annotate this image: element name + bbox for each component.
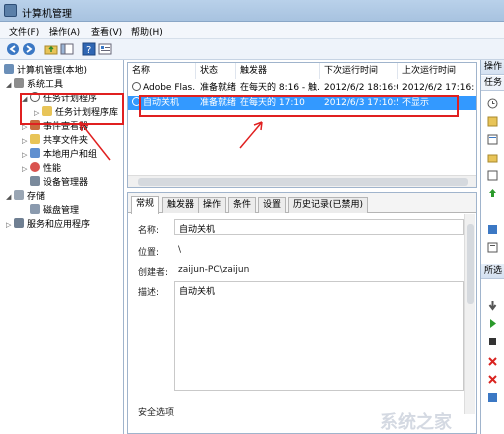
highlight-box-selected-task [139,95,459,117]
tree-item-shared-folders[interactable]: ▷ 共享文件夹 [22,134,88,147]
expand-icon[interactable]: ▷ [22,149,30,162]
location-label: 位置: [138,248,160,258]
storage-icon [14,190,24,200]
tab-triggers[interactable]: 触发器 [162,197,200,213]
task-next-run-cell: 2012/6/2 18:16:00 [324,83,398,93]
selected-item-header[interactable]: 所选 [481,264,504,279]
expand-icon[interactable]: ▷ [6,219,14,232]
column-header-trigger[interactable]: 触发器 [236,63,320,79]
users-icon [30,148,40,158]
disable-icon[interactable] [487,356,498,367]
properties-icon[interactable] [487,242,498,253]
run-arrow-icon[interactable] [487,300,498,311]
menu-help[interactable]: 帮助(H) [128,24,166,39]
author-label: 创建者: [138,268,169,278]
performance-icon [30,162,40,172]
task-status-cell: 准备就绪 [200,83,236,93]
highlight-box-task-scheduler [20,93,124,125]
device-manager-icon [30,176,40,186]
show-hide-tree-icon[interactable] [60,42,74,56]
svg-text:?: ? [86,45,91,56]
watermark-text: 系统之家 [380,412,452,433]
tree-item-device-manager[interactable]: 设备管理器 [30,176,88,189]
tree-item-local-users[interactable]: ▷ 本地用户和组 [22,148,97,161]
task-trigger-cell: 在每天的 8:16 - 触... [240,83,320,93]
delete-icon[interactable] [487,374,498,385]
import-task-icon[interactable] [487,116,498,127]
description-field[interactable]: 自动关机 [174,281,464,391]
help-icon[interactable] [487,224,498,235]
task-clock-icon [132,82,141,91]
table-row[interactable]: Adobe Flas... 准备就绪 在每天的 8:16 - 触... 2012… [128,81,476,95]
collapse-icon[interactable]: ◢ [6,191,14,204]
task-last-run-cell: 2012/6/2 17:16: [402,83,475,93]
task-name-cell: Adobe Flas... [128,81,196,95]
title-bar: 计算机管理 [0,0,504,22]
collapse-icon[interactable]: ◢ [6,79,14,92]
tools-icon [14,78,24,88]
refresh-icon[interactable] [487,188,498,199]
tab-conditions[interactable]: 条件 [228,197,257,213]
tree-item-storage[interactable]: ◢ 存储 [6,190,45,203]
column-header-last-run[interactable]: 上次运行时间 [398,63,476,79]
description-label: 描述: [138,288,160,298]
help-icon-2[interactable] [487,392,498,403]
expand-icon[interactable]: ▷ [22,135,30,148]
column-header-next-run[interactable]: 下次运行时间 [320,63,398,79]
actions-pane: 操作 任务 所选 [480,60,504,434]
window-title: 计算机管理 [22,9,72,20]
tree-item-root[interactable]: 计算机管理(本地) [4,64,87,77]
up-folder-icon[interactable] [44,42,58,56]
actions-task-header[interactable]: 任务 [481,76,504,91]
tree-item-system-tools[interactable]: ◢ 系统工具 [6,78,63,91]
shared-folder-icon [30,134,40,144]
create-task-icon[interactable] [487,98,498,109]
run-icon[interactable] [487,318,498,329]
actions-header: 操作 [481,60,504,75]
forward-arrow-icon[interactable] [22,42,36,56]
display-tasks-icon[interactable] [487,134,498,145]
expand-icon[interactable]: ▷ [22,163,30,176]
author-value: zaijun-PC\zaijun [178,265,250,275]
disk-icon [30,204,40,214]
horizontal-scrollbar[interactable] [128,175,476,187]
security-options-label: 安全选项 [138,408,175,418]
menu-bar: 文件(F) 操作(A) 查看(V) 帮助(H) [0,22,504,39]
back-arrow-icon[interactable] [6,42,20,56]
vertical-scrollbar[interactable] [464,214,475,414]
scroll-thumb[interactable] [467,224,474,304]
task-details: 常规 触发器 操作 条件 设置 历史记录(已禁用) 名称: 自动关机 位置: \… [127,192,477,434]
view-icon[interactable] [487,170,498,181]
folder-icon[interactable] [487,152,498,163]
name-field[interactable]: 自动关机 [174,219,464,235]
tab-general[interactable]: 常规 [131,196,160,214]
tree-item-performance[interactable]: ▷ 性能 [22,162,61,175]
end-task-icon[interactable] [487,336,498,347]
tree-item-disk-management[interactable]: 磁盘管理 [30,204,79,217]
menu-view[interactable]: 查看(V) [88,24,125,39]
tab-settings[interactable]: 设置 [258,197,287,213]
name-label: 名称: [138,226,160,236]
column-header-name[interactable]: 名称 [128,63,196,79]
services-icon [14,218,24,228]
properties-icon[interactable] [98,42,112,56]
tab-actions[interactable]: 操作 [198,197,227,213]
task-list: 名称 状态 触发器 下次运行时间 上次运行时间 Adobe Flas... 准备… [127,62,477,188]
menu-action[interactable]: 操作(A) [46,24,83,39]
tab-history[interactable]: 历史记录(已禁用) [288,197,369,213]
tree-item-services[interactable]: ▷ 服务和应用程序 [6,218,90,231]
computer-management-icon [4,4,17,17]
help-icon[interactable]: ? [82,42,96,56]
scroll-thumb[interactable] [138,178,468,186]
location-value: \ [178,245,182,255]
menu-file[interactable]: 文件(F) [6,24,42,39]
details-tabs: 常规 触发器 操作 条件 设置 历史记录(已禁用) [128,193,476,214]
column-header-status[interactable]: 状态 [196,63,236,79]
computer-icon [4,64,14,74]
toolbar: ? [0,39,504,60]
